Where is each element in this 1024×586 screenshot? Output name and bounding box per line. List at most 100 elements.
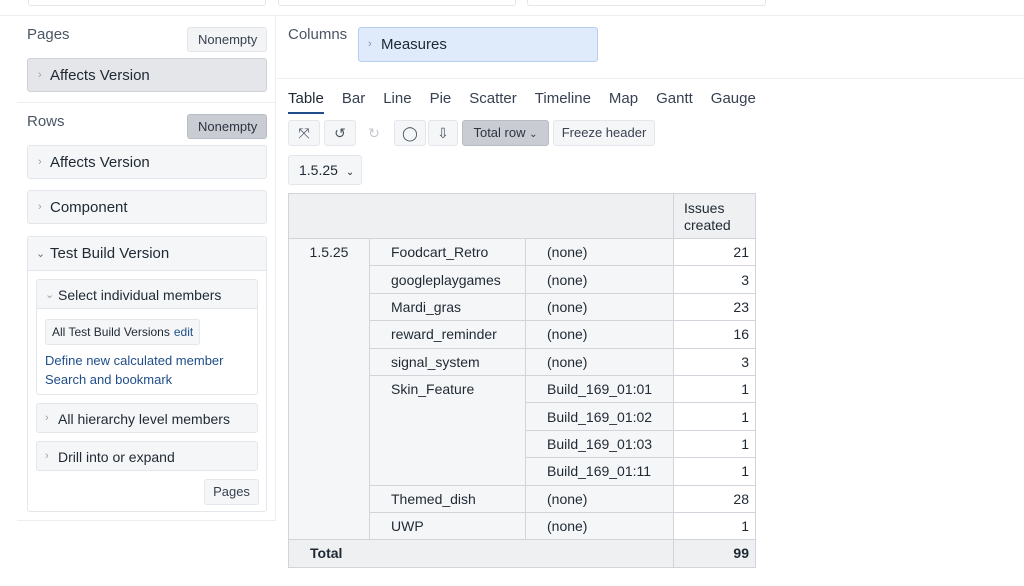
search-bookmark-link[interactable]: Search and bookmark	[45, 372, 172, 387]
row-header-build[interactable]: Build_169_01:11	[525, 457, 674, 486]
header-row: Issues created	[288, 193, 756, 239]
chevron-right-icon: ›	[45, 450, 49, 462]
row-header-build[interactable]: Build_169_01:03	[525, 429, 674, 459]
rows-nonempty-button[interactable]: Nonempty	[187, 114, 267, 139]
page-filter-select[interactable]: 1.5.25 ⌄	[288, 155, 362, 185]
rows-test-build-version: ⌄ Test Build Version ⌄ Select individual…	[27, 236, 267, 512]
top-stub	[278, 0, 516, 6]
chevron-down-icon: ⌄	[36, 248, 46, 260]
column-header-issues-created[interactable]: Issues created	[673, 193, 756, 239]
define-calculated-member-link[interactable]: Define new calculated member	[45, 353, 223, 368]
row-header-component[interactable]: googleplaygames	[369, 265, 526, 294]
pages-nonempty-button[interactable]: Nonempty	[187, 27, 267, 52]
cell-value[interactable]: 23	[673, 292, 756, 322]
rows-component[interactable]: › Component	[27, 190, 267, 224]
chevron-down-icon: ⌄	[45, 289, 55, 301]
top-stub	[527, 0, 766, 6]
divider	[17, 102, 275, 103]
freeze-header-button[interactable]: Freeze header	[553, 120, 655, 146]
rows-label: Rows	[27, 113, 65, 130]
row-header-build[interactable]: (none)	[525, 484, 674, 513]
expand-icon[interactable]: ⤧	[288, 120, 320, 146]
cell-value[interactable]: 16	[673, 320, 756, 349]
top-toolbar-strip	[0, 0, 1024, 16]
drill-into-or-expand[interactable]: › Drill into or expand	[36, 441, 258, 471]
pivot-table: Issues created 1.5.25 Foodcart_Retro (no…	[288, 193, 756, 568]
row-header-build[interactable]: (none)	[525, 511, 674, 541]
cell-value[interactable]: 3	[673, 347, 756, 376]
tab-gauge[interactable]: Gauge	[711, 90, 756, 114]
row-header-component[interactable]: Skin_Feature	[369, 374, 526, 486]
redo-icon[interactable]: ↻	[358, 120, 390, 146]
tab-line[interactable]: Line	[383, 90, 411, 114]
row-header-component[interactable]: Mardi_gras	[369, 292, 526, 322]
tab-scatter[interactable]: Scatter	[469, 90, 517, 114]
dimension-label: Measures	[381, 36, 447, 53]
row-header-build[interactable]: (none)	[525, 265, 674, 294]
row-header-build[interactable]: (none)	[525, 347, 674, 376]
cell-value[interactable]: 1	[673, 402, 756, 431]
view-tabs: Table Bar Line Pie Scatter Timeline Map …	[288, 90, 774, 114]
option-label: Drill into or expand	[58, 449, 175, 465]
undo-icon[interactable]: ↺	[324, 120, 356, 146]
option-label: All hierarchy level members	[58, 411, 230, 427]
pages-affects-version[interactable]: › Affects Version	[27, 58, 267, 92]
chevron-right-icon: ›	[368, 38, 372, 50]
row-header-component[interactable]: Foodcart_Retro	[369, 237, 526, 267]
test-build-version-header[interactable]: ⌄ Test Build Version	[28, 237, 266, 271]
columns-measures[interactable]: › Measures	[358, 27, 598, 62]
tab-table[interactable]: Table	[288, 90, 324, 114]
comment-icon[interactable]: ◯	[394, 120, 426, 146]
row-header-component[interactable]: Themed_dish	[369, 484, 526, 513]
chevron-down-icon: ⌄	[529, 129, 538, 140]
tab-bar[interactable]: Bar	[342, 90, 365, 114]
download-icon[interactable]: ⇩	[428, 120, 458, 146]
cell-value[interactable]: 21	[673, 237, 756, 267]
dimension-label: Component	[50, 199, 128, 216]
tab-pie[interactable]: Pie	[430, 90, 452, 114]
members-body: All Test Build Versions edit Define new c…	[36, 309, 258, 395]
row-header-build[interactable]: Build_169_01:02	[525, 402, 674, 431]
edit-link[interactable]: edit	[174, 325, 193, 339]
move-to-pages-button[interactable]: Pages	[204, 479, 259, 505]
dimension-label: Affects Version	[50, 154, 150, 171]
filter-value: 1.5.25	[299, 162, 338, 178]
chevron-right-icon: ›	[38, 201, 42, 213]
row-header-build[interactable]: (none)	[525, 320, 674, 349]
divider	[277, 78, 1024, 79]
select-individual-members[interactable]: ⌄ Select individual members	[36, 279, 258, 309]
tab-map[interactable]: Map	[609, 90, 638, 114]
layout-panel: Pages Nonempty › Affects Version Rows No…	[17, 16, 276, 521]
pages-label: Pages	[27, 26, 70, 43]
header-corner	[288, 193, 674, 239]
chevron-down-icon: ⌄	[345, 167, 355, 178]
tab-timeline[interactable]: Timeline	[535, 90, 591, 114]
row-header-component[interactable]: signal_system	[369, 347, 526, 376]
cell-value[interactable]: 1	[673, 374, 756, 404]
cell-value[interactable]: 1	[673, 429, 756, 459]
dimension-label: Test Build Version	[50, 245, 170, 262]
rows-affects-version[interactable]: › Affects Version	[27, 145, 267, 179]
cell-value[interactable]: 28	[673, 484, 756, 513]
row-header-component[interactable]: reward_reminder	[369, 320, 526, 349]
total-row-label: Total row	[473, 125, 526, 140]
cell-value[interactable]: 1	[673, 457, 756, 486]
cell-value[interactable]: 1	[673, 511, 756, 541]
row-header-affects-version[interactable]: 1.5.25	[288, 237, 370, 541]
chevron-right-icon: ›	[38, 69, 42, 81]
row-header-build[interactable]: (none)	[525, 237, 674, 267]
dimension-label: Affects Version	[50, 67, 150, 84]
chevron-right-icon: ›	[45, 412, 49, 424]
tab-gantt[interactable]: Gantt	[656, 90, 693, 114]
total-row-button[interactable]: Total row ⌄	[462, 120, 549, 146]
row-header-build[interactable]: (none)	[525, 292, 674, 322]
row-header-build[interactable]: Build_169_01:01	[525, 374, 674, 404]
row-header-component[interactable]: UWP	[369, 511, 526, 541]
chevron-right-icon: ›	[38, 156, 42, 168]
cell-value[interactable]: 3	[673, 265, 756, 294]
chip-label: All Test Build Versions	[52, 325, 170, 339]
member-chip[interactable]: All Test Build Versions edit	[45, 319, 201, 345]
all-hierarchy-level-members[interactable]: › All hierarchy level members	[36, 403, 258, 433]
table-row: 1.5.25 Foodcart_Retro (none) 21	[288, 237, 756, 541]
option-label: Select individual members	[58, 287, 222, 303]
